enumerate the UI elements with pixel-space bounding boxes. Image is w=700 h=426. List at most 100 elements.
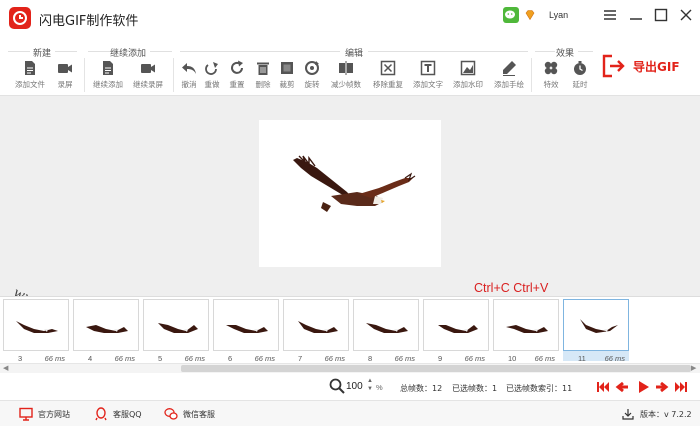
add-text-button[interactable]: 添加文字 — [409, 60, 447, 92]
ribbon-toolbar: 新建 继续添加 编辑 效果 添加文件 录屏 继续添加 继续录屏 撤消 重做 重置… — [0, 38, 700, 96]
eagle-thumb — [366, 323, 408, 333]
eagle-thumb — [226, 325, 268, 333]
support-qq-label: 客服QQ — [113, 409, 142, 419]
frame-number: 11 — [578, 354, 586, 363]
group-divider — [8, 51, 30, 52]
watermark-icon — [460, 60, 476, 76]
remove-duplicates-label: 移除重复 — [373, 80, 403, 89]
minimize-icon — [630, 18, 642, 20]
frame-image — [73, 299, 139, 351]
group-label-new: 新建 — [33, 49, 52, 59]
frame-duration: 66 ms — [604, 354, 625, 363]
last-frame-icon[interactable] — [674, 380, 688, 394]
selected-frames: 已选帧数：1 — [452, 384, 498, 393]
frame-thumb[interactable]: 3 66 ms — [3, 299, 69, 363]
toolbar-separator — [84, 58, 85, 92]
vip-diamond-icon[interactable] — [524, 9, 536, 21]
export-gif-label: 导出GIF — [633, 59, 680, 74]
frame-thumb[interactable]: 10 66 ms — [493, 299, 559, 363]
group-divider — [180, 51, 340, 52]
frame-image — [143, 299, 209, 351]
scroll-right-icon[interactable]: ▶ — [691, 364, 696, 372]
frame-thumb[interactable]: 8 66 ms — [353, 299, 419, 363]
official-website-link[interactable]: 官方网站 — [19, 407, 70, 421]
monitor-icon — [19, 407, 33, 421]
frame-image — [493, 299, 559, 351]
menu-icon — [604, 10, 616, 20]
zoom-value[interactable]: 100 — [346, 381, 363, 392]
remove-duplicates-button[interactable]: 移除重复 — [369, 60, 407, 92]
continue-add-button[interactable]: 继续添加 — [89, 60, 127, 92]
group-divider — [535, 51, 555, 52]
add-watermark-label: 添加水印 — [453, 80, 483, 89]
rotate-button[interactable]: 旋转 — [293, 60, 331, 92]
text-icon — [420, 60, 436, 76]
horizontal-scrollbar[interactable]: ◀ ▶ — [0, 363, 700, 373]
frame-number: 4 — [88, 354, 93, 363]
frame-number: 5 — [158, 354, 163, 363]
support-qq-link[interactable]: 客服QQ — [94, 407, 142, 421]
filmstrip[interactable]: 3 66 ms 4 66 ms 5 66 ms 6 66 ms 7 66 ms … — [0, 296, 700, 363]
export-icon — [602, 54, 625, 78]
frame-thumb[interactable]: 5 66 ms — [143, 299, 209, 363]
canvas-area: www.jb51.net Ctrl+C Ctrl+V — [0, 96, 700, 390]
annotation-text: Ctrl+C Ctrl+V — [474, 281, 549, 295]
add-file-button[interactable]: 添加文件 — [11, 60, 49, 92]
video-camera-icon — [141, 64, 155, 73]
next-frame-icon[interactable] — [655, 380, 669, 394]
frame-thumb[interactable]: 9 66 ms — [423, 299, 489, 363]
group-divider — [88, 51, 110, 52]
add-watermark-button[interactable]: 添加水印 — [449, 60, 487, 92]
close-button[interactable] — [677, 6, 695, 24]
zoom-icon[interactable] — [329, 378, 345, 394]
minimize-button[interactable] — [627, 6, 645, 24]
frame-thumb[interactable]: 7 66 ms — [283, 299, 349, 363]
frame-duration: 66 ms — [114, 354, 135, 363]
add-handwriting-label: 添加手绘 — [494, 80, 524, 89]
group-label-edit: 编辑 — [345, 49, 364, 59]
play-icon[interactable] — [636, 380, 650, 394]
frame-duration: 66 ms — [254, 354, 275, 363]
official-website-label: 官方网站 — [38, 409, 70, 419]
status-bar: 100 ▲ ▼ % 总帧数：12 已选帧数：1 已选帧数索引：11 — [0, 373, 700, 400]
maximize-button[interactable] — [652, 6, 670, 24]
scrollbar-thumb[interactable] — [181, 365, 691, 372]
previous-frame-icon[interactable] — [615, 380, 629, 394]
app-title: 闪电GIF制作软件 — [39, 14, 139, 29]
reduce-frames-icon — [339, 61, 353, 75]
frame-image — [563, 299, 629, 351]
zoom-stepper[interactable]: ▲ ▼ — [367, 377, 373, 393]
frame-duration: 66 ms — [324, 354, 345, 363]
support-wechat-label: 微信客服 — [183, 409, 215, 419]
zoom-unit: % — [376, 383, 383, 392]
record-button[interactable]: 录屏 — [46, 60, 84, 92]
menu-button[interactable] — [601, 6, 619, 24]
delay-label: 延时 — [572, 80, 588, 89]
first-frame-icon[interactable] — [596, 380, 610, 394]
eagle-thumb — [158, 323, 198, 333]
export-gif-button[interactable]: 导出GIF — [601, 52, 680, 80]
frame-image — [3, 299, 69, 351]
add-handwriting-button[interactable]: 添加手绘 — [490, 60, 528, 92]
version-info[interactable]: 版本：v 7.2.2 — [622, 408, 692, 420]
continue-record-button[interactable]: 继续录屏 — [129, 60, 167, 92]
support-wechat-link[interactable]: 微信客服 — [164, 407, 215, 421]
group-label-effects: 效果 — [556, 49, 575, 59]
delay-button[interactable]: 延时 — [561, 60, 599, 92]
frame-thumb[interactable]: 6 66 ms — [213, 299, 279, 363]
wechat-icon[interactable] — [503, 7, 519, 23]
selected-frame-index: 已选帧数索引：11 — [506, 384, 573, 393]
frame-thumb-selected[interactable]: 11 66 ms — [563, 299, 629, 363]
user-name[interactable]: Lyan — [549, 10, 568, 20]
preview-image[interactable] — [259, 120, 441, 267]
reduce-frames-button[interactable]: 减少帧数 — [327, 60, 365, 92]
frame-image — [353, 299, 419, 351]
clock-icon — [574, 61, 586, 75]
continue-record-label: 继续录屏 — [133, 80, 163, 89]
scroll-left-icon[interactable]: ◀ — [3, 364, 8, 372]
eagle-image — [293, 155, 416, 212]
frame-thumb[interactable]: 4 66 ms — [73, 299, 139, 363]
group-divider — [578, 51, 593, 52]
eagle-thumb — [580, 319, 618, 333]
frame-number: 7 — [298, 354, 303, 363]
